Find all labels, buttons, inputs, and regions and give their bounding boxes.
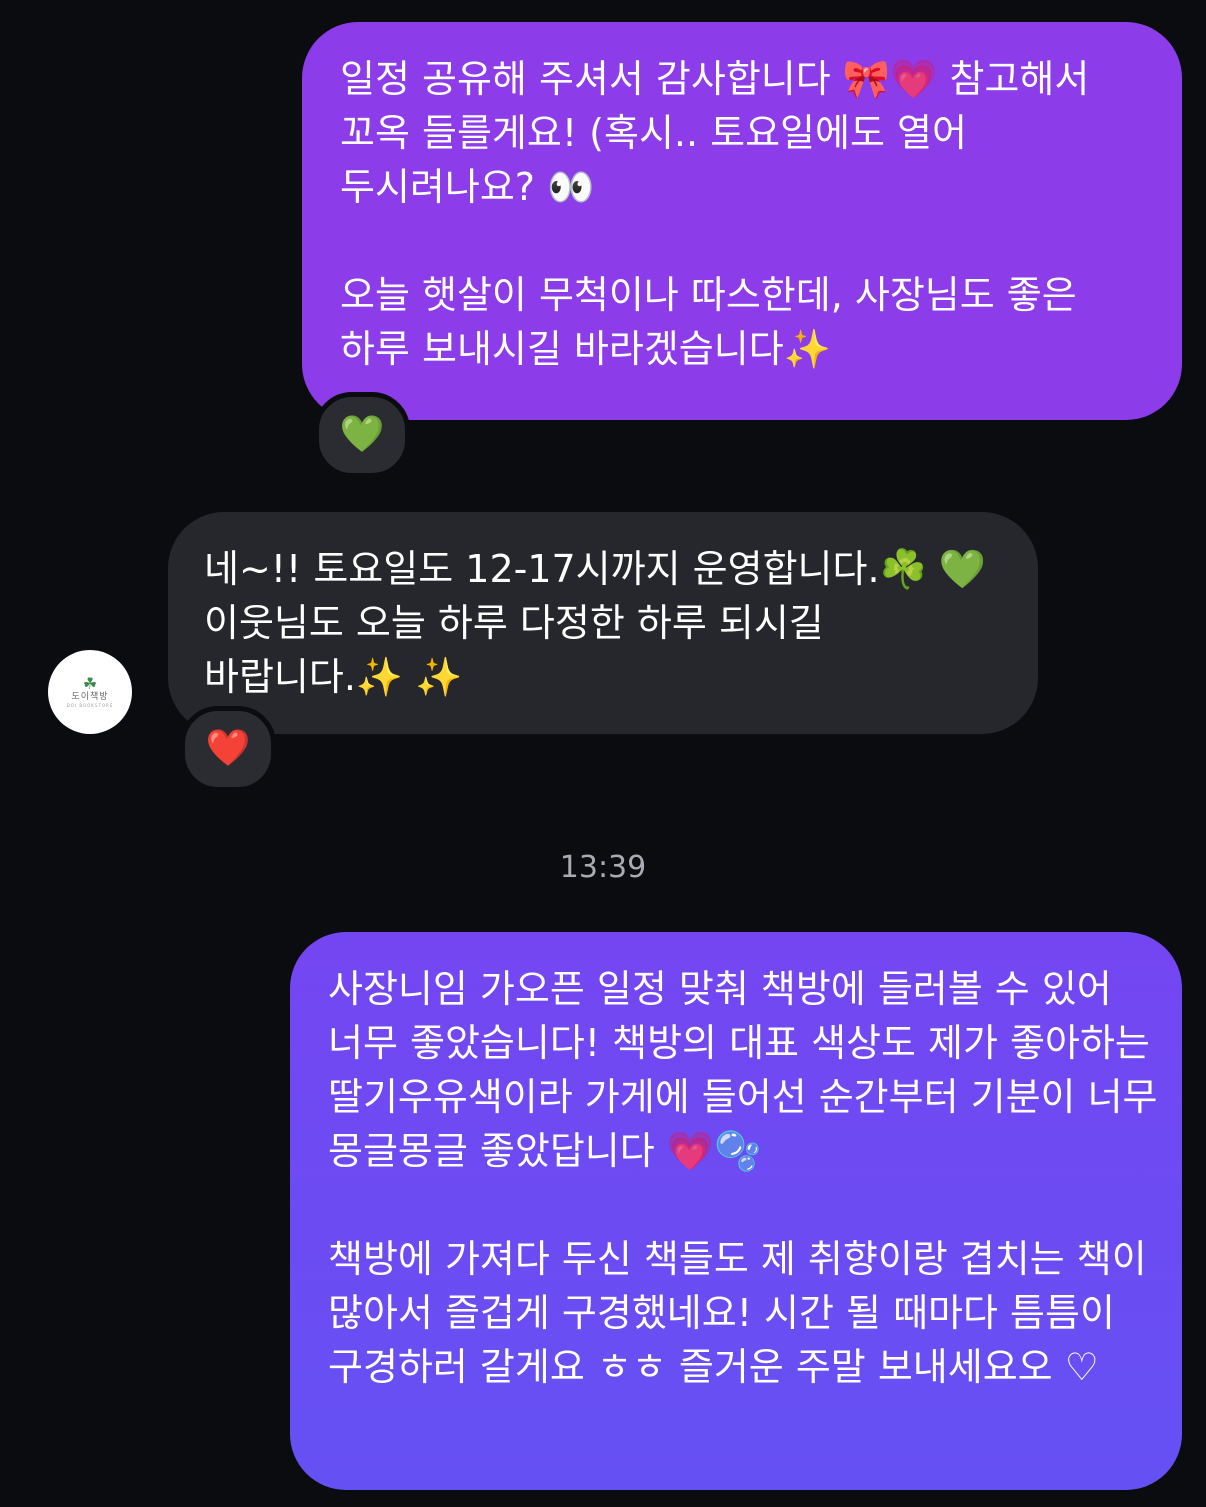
clover-logo-icon: ☘ xyxy=(82,673,98,693)
message-reaction-green-heart[interactable]: 💚 xyxy=(314,392,410,478)
avatar-logo-text: 도이책방 xyxy=(71,691,109,702)
avatar-logo-subtext: DOI BOOKSTORE xyxy=(66,702,114,708)
outgoing-message-bubble[interactable]: 사장니임 가오픈 일정 맞춰 책방에 들러볼 수 있어 너무 좋았습니다! 책방… xyxy=(290,932,1182,1490)
message-reaction-red-heart[interactable]: ❤️ xyxy=(180,706,276,792)
incoming-message-bubble[interactable]: 네~!! 토요일도 12-17시까지 운영합니다.☘️ 💚 이웃님도 오늘 하루… xyxy=(168,512,1038,734)
sender-avatar[interactable]: ☘ 도이책방 DOI BOOKSTORE xyxy=(48,650,132,734)
message-timestamp: 13:39 xyxy=(559,850,647,885)
outgoing-message-bubble[interactable]: 일정 공유해 주셔서 감사합니다 🎀💗 참고해서 꼬옥 들를게요! (혹시.. … xyxy=(302,22,1182,420)
